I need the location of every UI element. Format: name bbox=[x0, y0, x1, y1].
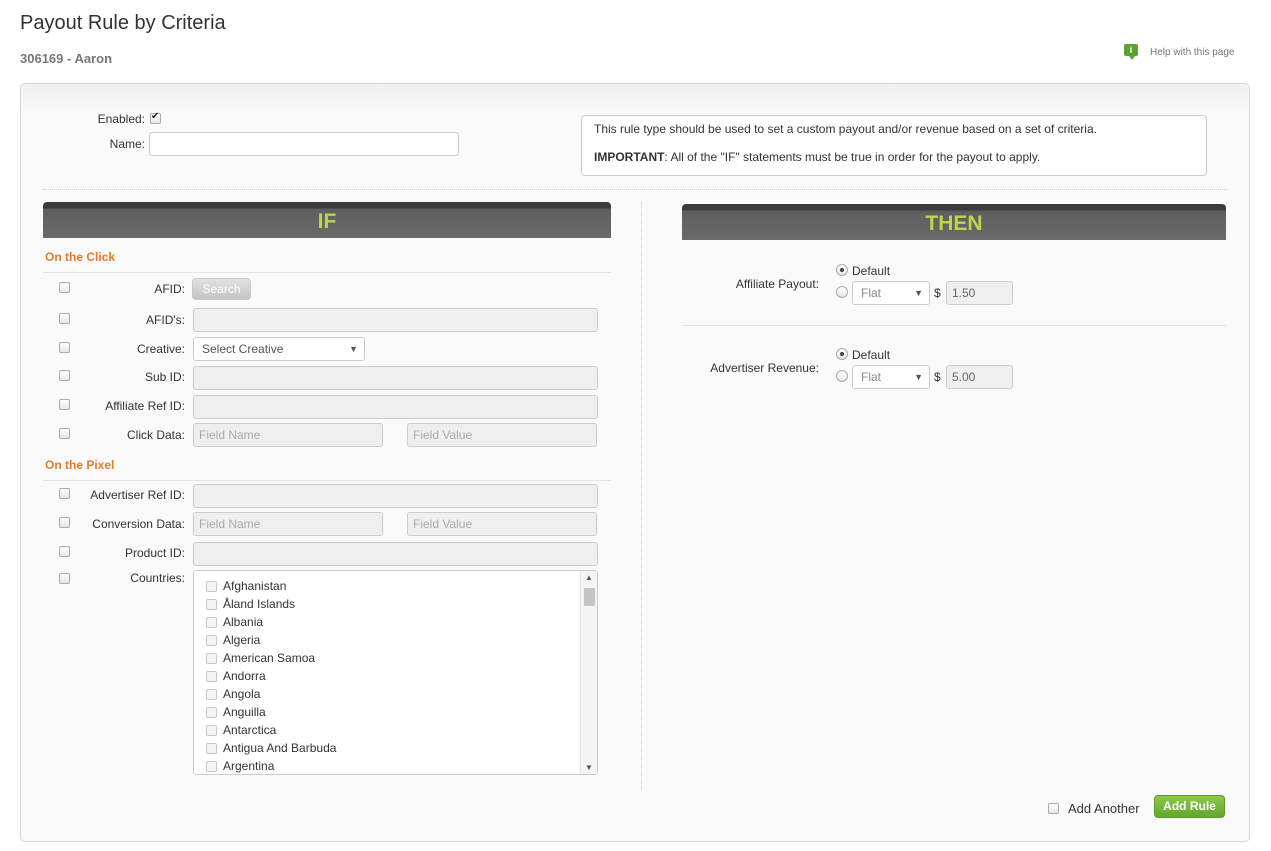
afid-search-button[interactable]: Search bbox=[192, 278, 251, 300]
country-checkbox[interactable] bbox=[206, 581, 217, 592]
affiliate-ref-input[interactable] bbox=[193, 395, 598, 419]
advertiser-revenue-currency: $ bbox=[934, 370, 941, 384]
country-checkbox[interactable] bbox=[206, 599, 217, 610]
scroll-down-icon[interactable]: ▼ bbox=[581, 763, 597, 772]
countries-label: Countries: bbox=[130, 571, 185, 585]
affiliate-payout-type-select[interactable]: Flat ▼ bbox=[852, 281, 930, 305]
rule-panel: Enabled: Name: This rule type should be … bbox=[20, 83, 1250, 842]
country-checkbox[interactable] bbox=[206, 689, 217, 700]
advertiser-revenue-type-select[interactable]: Flat ▼ bbox=[852, 365, 930, 389]
add-rule-button[interactable]: Add Rule bbox=[1154, 795, 1225, 818]
help-label[interactable]: Help with this page bbox=[1150, 47, 1235, 58]
add-another-checkbox[interactable] bbox=[1048, 803, 1059, 814]
subid-checkbox[interactable] bbox=[59, 370, 70, 381]
if-header: IF bbox=[43, 202, 611, 238]
then-divider bbox=[682, 325, 1226, 326]
country-checkbox[interactable] bbox=[206, 671, 217, 682]
click-data-field-value[interactable] bbox=[407, 423, 597, 447]
info-line-1: This rule type should be used to set a c… bbox=[594, 122, 1097, 136]
conversion-data-label: Conversion Data: bbox=[92, 517, 185, 531]
click-data-field-name[interactable] bbox=[193, 423, 383, 447]
creative-select[interactable]: Select Creative ▼ bbox=[193, 337, 365, 361]
country-checkbox[interactable] bbox=[206, 761, 217, 772]
country-checkbox[interactable] bbox=[206, 743, 217, 754]
info-box: This rule type should be used to set a c… bbox=[581, 115, 1207, 176]
advertiser-revenue-default-radio[interactable] bbox=[836, 348, 848, 360]
affiliate-payout-flat-radio[interactable] bbox=[836, 286, 848, 298]
country-checkbox[interactable] bbox=[206, 635, 217, 646]
info-line-2: IMPORTANT: All of the "IF" statements mu… bbox=[594, 150, 1041, 164]
countries-scrollbar[interactable]: ▲ ▼ bbox=[580, 571, 597, 774]
scrollbar-thumb[interactable] bbox=[584, 588, 595, 606]
affiliate-payout-default-radio[interactable] bbox=[836, 264, 848, 276]
click-data-checkbox[interactable] bbox=[59, 428, 70, 439]
creative-select-value: Select Creative bbox=[202, 342, 284, 356]
chevron-down-icon: ▼ bbox=[349, 344, 358, 354]
enabled-checkbox[interactable] bbox=[150, 111, 161, 124]
add-another-label: Add Another bbox=[1068, 801, 1140, 816]
on-the-click-title: On the Click bbox=[45, 250, 116, 264]
subid-input[interactable] bbox=[193, 366, 598, 390]
advertiser-revenue-flat-radio[interactable] bbox=[836, 370, 848, 382]
afid-checkbox[interactable] bbox=[59, 282, 70, 293]
click-data-label: Click Data: bbox=[126, 428, 185, 442]
enabled-label: Enabled: bbox=[97, 112, 145, 126]
conversion-data-field-value[interactable] bbox=[407, 512, 597, 536]
country-checkbox[interactable] bbox=[206, 707, 217, 718]
creative-label: Creative: bbox=[136, 342, 185, 356]
page-subtitle: 306169 - Aaron bbox=[20, 51, 113, 66]
advertiser-revenue-type-value: Flat bbox=[861, 370, 882, 384]
name-input[interactable] bbox=[149, 132, 459, 156]
pixel-section-line bbox=[43, 480, 611, 481]
chevron-down-icon: ▼ bbox=[914, 372, 923, 382]
subid-label: Sub ID: bbox=[144, 370, 185, 384]
afids-label: AFID's: bbox=[146, 313, 185, 327]
conversion-data-field-name[interactable] bbox=[193, 512, 383, 536]
afids-checkbox[interactable] bbox=[59, 313, 70, 324]
page-title: Payout Rule by Criteria bbox=[20, 12, 226, 34]
country-checkbox[interactable] bbox=[206, 725, 217, 736]
advertiser-revenue-amount[interactable] bbox=[946, 365, 1013, 389]
chevron-down-icon: ▼ bbox=[914, 288, 923, 298]
important-label: IMPORTANT bbox=[594, 150, 665, 164]
affiliate-payout-label: Affiliate Payout: bbox=[735, 277, 819, 291]
creative-checkbox[interactable] bbox=[59, 342, 70, 353]
advertiser-ref-label: Advertiser Ref ID: bbox=[90, 488, 185, 502]
help-link[interactable]: i Help with this page bbox=[1124, 44, 1235, 60]
affiliate-ref-checkbox[interactable] bbox=[59, 399, 70, 410]
column-divider bbox=[641, 202, 642, 790]
afid-label: AFID: bbox=[154, 282, 185, 296]
then-header: THEN bbox=[682, 204, 1226, 240]
affiliate-payout-type-value: Flat bbox=[861, 286, 882, 300]
affiliate-payout-default-label: Default bbox=[852, 264, 891, 278]
advertiser-ref-input[interactable] bbox=[193, 484, 598, 508]
scroll-up-icon[interactable]: ▲ bbox=[581, 573, 597, 582]
affiliate-ref-label: Affiliate Ref ID: bbox=[105, 399, 185, 413]
advertiser-revenue-label: Advertiser Revenue: bbox=[710, 361, 819, 375]
click-section-line bbox=[43, 272, 611, 273]
country-checkbox[interactable] bbox=[206, 617, 217, 628]
affiliate-payout-amount[interactable] bbox=[946, 281, 1013, 305]
product-id-input[interactable] bbox=[193, 542, 598, 566]
afids-input[interactable] bbox=[193, 308, 598, 332]
on-the-pixel-title: On the Pixel bbox=[45, 458, 115, 472]
affiliate-payout-currency: $ bbox=[934, 286, 941, 300]
product-id-label: Product ID: bbox=[124, 546, 185, 560]
help-icon: i bbox=[1124, 44, 1138, 60]
name-label: Name: bbox=[109, 137, 145, 151]
advertiser-revenue-default-label: Default bbox=[852, 348, 891, 362]
countries-list[interactable]: Afghanistan Åland Islands Albania Algeri… bbox=[193, 570, 598, 775]
country-checkbox[interactable] bbox=[206, 653, 217, 664]
section-divider bbox=[43, 189, 1227, 190]
